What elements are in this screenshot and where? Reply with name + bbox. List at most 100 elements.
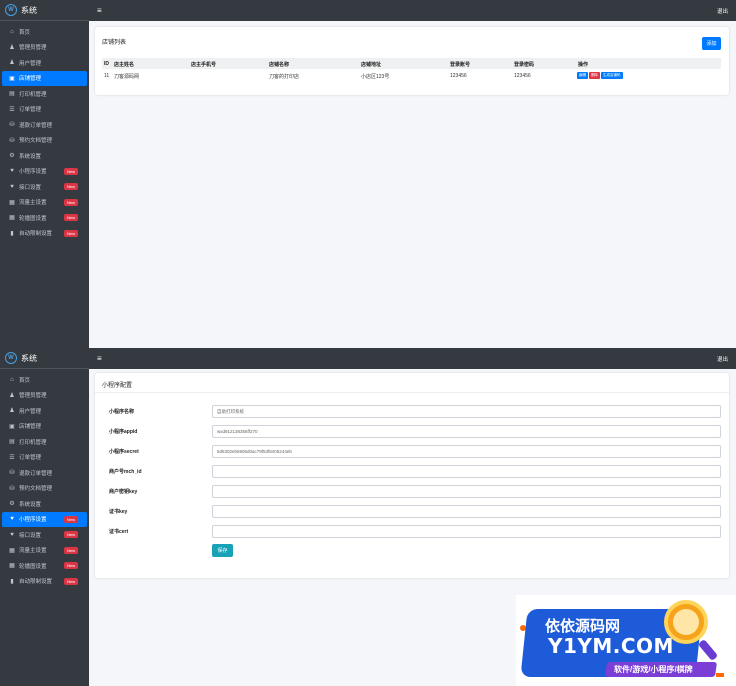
sidebar-item[interactable]: ▤ 打印机管理 [2,434,87,450]
cell-password: 123456 [514,73,531,79]
sidebar-item-label: 预约文档管理 [19,138,53,145]
brand[interactable]: W 系统 [0,0,89,21]
field-label: 证书cert [109,529,129,535]
watermark-ad: 依依源码网 Y1YM.COM 软件/游戏/小程序/棋牌 [516,595,736,686]
sidebar-item-label: 流量主设置 [19,548,47,555]
sidebar-item[interactable]: ▦ 流量主设置 New [2,195,87,211]
new-badge: New [63,229,78,237]
sidebar-item[interactable]: ♥ 小程序设置 New [2,164,87,180]
cell-store-name: 刀客的打印店 [269,74,300,80]
sidebar-item[interactable]: ▮ 自动限制设置 New [2,226,87,242]
sidebar-item[interactable]: ♥ 接口设置 New [2,179,87,195]
merchant-key-input[interactable] [212,485,721,498]
cert-key-input[interactable] [212,505,721,518]
add-button[interactable]: 添加 [702,37,721,50]
generate-qr-button[interactable]: 生成店铺码 [601,72,623,79]
new-badge: New [63,546,78,554]
sidebar-item-label: 店铺管理 [19,424,42,431]
sidebar-item[interactable]: ▦ 流量主设置 New [2,543,87,559]
sidebar-nav: ⌂ 首页 ♟ 管理员管理 ♟ 用户管理 ▣ 店铺管理 ▤ 打印机管理 ☰ 订单管理 ⛁ 退款订单管理 ⛁ 预约… [0,21,89,241]
sidebar-item[interactable]: ▦ 轮播图设置 New [2,558,87,574]
sidebar-item[interactable]: ⛁ 预约文档管理 [2,481,87,497]
delete-button[interactable]: 删除 [589,72,600,79]
field-label: 小程序appid [109,429,138,435]
form-row-appid: 小程序appid wxd912138356ff270 [109,425,721,439]
column-header: 店铺名称 [269,62,290,68]
sidebar-item-label: 订单管理 [19,455,42,462]
field-label: 商户密钥key [109,489,138,495]
sidebar-item-label: 管理员管理 [19,45,47,52]
sidebar-item[interactable]: ▦ 轮播图设置 New [2,210,87,226]
mch-id-input[interactable] [212,465,721,478]
sidebar-item-label: 订单管理 [19,107,42,114]
refund-icon: ⛁ [9,470,15,477]
image-icon: ▦ [9,547,15,554]
logout-link[interactable]: 退出 [717,355,728,363]
cert-input[interactable] [212,525,721,538]
heart-icon: ♥ [10,531,14,538]
sidebar-item-label: 打印机管理 [19,439,47,446]
user-icon: ♟ [9,44,15,51]
logo-icon: W [5,4,17,16]
sidebar: W 系统 ⌂ 首页 ♟ 管理员管理 ♟ 用户管理 ▣ 店铺管理 ▤ 打印机管理 ☰ 订单管理 ⛁ 退款订单… [0,0,89,348]
list-icon: ☰ [9,454,15,461]
save-button[interactable]: 保存 [212,544,233,557]
image-icon: ▦ [9,199,15,206]
document-icon: ⛁ [9,485,15,492]
gear-icon: ⚙ [9,501,15,508]
sidebar-item-label: 轮播图设置 [19,563,47,570]
menu-toggle-icon[interactable]: ≡ [97,6,102,15]
sidebar-item[interactable]: ⚙ 系统设置 [2,496,87,512]
sidebar-item[interactable]: ♟ 管理员管理 [2,40,87,56]
sidebar-item[interactable]: ♟ 用户管理 [2,403,87,419]
heart-icon: ♥ [10,168,14,175]
sidebar-item[interactable]: ♟ 用户管理 [2,55,87,71]
home-icon: ⌂ [10,28,14,35]
form-row-key: 商户密钥key [109,485,721,499]
appid-input[interactable]: wxd912138356ff270 [212,425,721,438]
column-header: 店主姓名 [114,62,135,68]
sidebar-item[interactable]: ⛁ 退款订单管理 [2,117,87,133]
file-icon: ▮ [10,230,14,237]
printer-icon: ▤ [9,91,15,98]
sidebar-item-label: 接口设置 [19,184,42,191]
sidebar-item[interactable]: ⛁ 退款订单管理 [2,465,87,481]
secret-input[interactable]: 5d5302eb5906d0ac79f53f8405244eb [212,445,721,458]
miniapp-config-screen: W 系统 ⌂ 首页 ♟ 管理员管理 ♟ 用户管理 ▣ 店铺管理 ▤ 打印机管理 ☰ 订单管理 ⛁ 退款订单… [0,348,736,686]
miniapp-name-input[interactable]: 自助打印系统 [212,405,721,418]
menu-toggle-icon[interactable]: ≡ [97,354,102,363]
sidebar-item[interactable]: ▣ 店铺管理 [2,70,87,86]
sidebar-item[interactable]: ⚙ 系统设置 [2,148,87,164]
image-icon: ▦ [9,563,15,570]
sidebar-item[interactable]: ☰ 订单管理 [2,450,87,466]
sidebar-item[interactable]: ♥ 小程序设置 New [2,511,87,527]
user-icon: ♟ [9,60,15,67]
user-icon: ♟ [9,392,15,399]
sidebar-item[interactable]: ☰ 订单管理 [2,102,87,118]
sidebar-item[interactable]: ▮ 自动限制设置 New [2,574,87,590]
decor-mark [716,673,724,677]
sidebar-item-label: 轮播图设置 [19,215,47,222]
form-row-cert: 证书cert [109,525,721,539]
ad-title-en: Y1YM.COM [548,634,674,658]
logout-link[interactable]: 退出 [717,7,728,15]
sidebar-item[interactable]: ⌂ 首页 [2,24,87,40]
edit-button[interactable]: 编辑 [577,72,588,79]
column-header: 登录账号 [450,62,471,68]
form-row-name: 小程序名称 自助打印系统 [109,405,721,419]
sidebar-item[interactable]: ♟ 管理员管理 [2,388,87,404]
column-header: 登录密码 [514,62,535,68]
sidebar-item[interactable]: ⌂ 首页 [2,372,87,388]
sidebar-item-label: 打印机管理 [19,91,47,98]
brand[interactable]: W 系统 [0,348,89,369]
sidebar-item[interactable]: ♥ 接口设置 New [2,527,87,543]
store-icon: ▣ [9,423,15,430]
ad-title-cn: 依依源码网 [545,617,621,635]
sidebar-item[interactable]: ⛁ 预约文档管理 [2,133,87,149]
sidebar-item-label: 小程序设置 [19,169,47,176]
logo-icon: W [5,352,17,364]
sidebar-item[interactable]: ▤ 打印机管理 [2,86,87,102]
heart-icon: ♥ [10,183,14,190]
user-icon: ♟ [9,408,15,415]
sidebar-item[interactable]: ▣ 店铺管理 [2,419,87,435]
